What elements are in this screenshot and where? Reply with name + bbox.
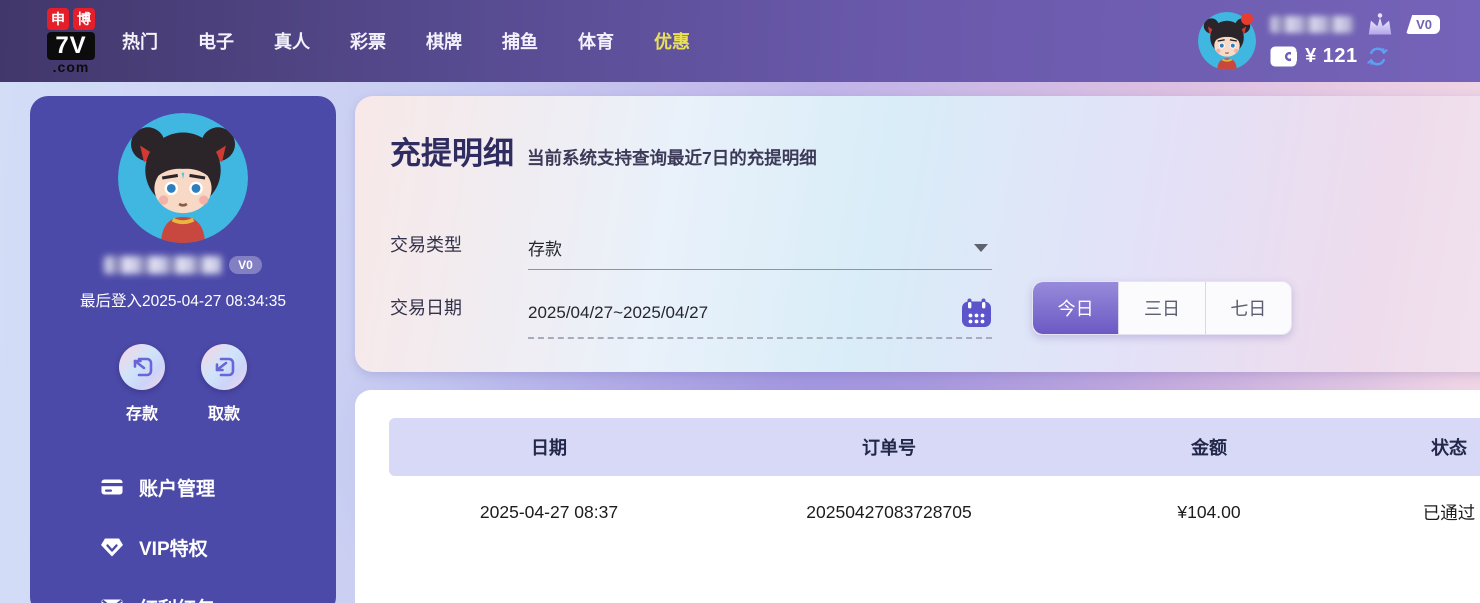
- cell-date: 2025-04-27 08:37: [479, 501, 619, 522]
- calendar-icon[interactable]: [961, 297, 992, 328]
- cell-amount: ¥104.00: [1177, 501, 1241, 522]
- transaction-date-field[interactable]: 2025/04/27~2025/04/27: [528, 288, 992, 339]
- page-title: 充提明细: [390, 136, 514, 171]
- sidebar-item-label: 红利红包: [139, 594, 215, 603]
- notification-dot: [1241, 13, 1254, 25]
- title-row: 充提明细 当前系统支持查询最近7日的充提明细: [390, 128, 817, 173]
- content-area: V0 最后登入2025-04-27 08:34:35 存款 取款 账户管理 VI…: [0, 82, 1480, 603]
- vip-diamond-icon: [100, 535, 124, 559]
- quick-actions: 存款 取款: [30, 344, 336, 424]
- vip-level-badge: V0: [1406, 15, 1440, 34]
- transaction-type-select[interactable]: 存款: [528, 226, 992, 270]
- range-button-7days[interactable]: 七日: [1204, 282, 1291, 334]
- logo-squares: 申 博: [47, 7, 95, 30]
- filter-card: 充提明细 当前系统支持查询最近7日的充提明细 交易类型 存款 交易日期 2025…: [355, 96, 1480, 372]
- sidebar-menu: 账户管理 VIP特权: [30, 457, 336, 603]
- profile-vip-badge: V0: [229, 256, 262, 274]
- logo-text: 7V: [47, 31, 95, 60]
- nav-item-promo[interactable]: 优惠: [654, 28, 690, 54]
- cell-status: 已通过: [1422, 502, 1476, 523]
- sidebar: V0 最后登入2025-04-27 08:34:35 存款 取款 账户管理 VI…: [30, 96, 336, 603]
- page-root: 申 博 7V .com 热门 电子 真人 彩票 棋牌 捕鱼 体育 优惠 V0 ¥…: [0, 0, 1480, 603]
- withdraw-icon: [201, 344, 247, 390]
- header-user-area: V0 ¥ 121: [1198, 12, 1440, 71]
- logo-square-1: 申: [47, 7, 69, 30]
- column-header-amount: 金额: [1191, 438, 1227, 458]
- date-range-button-group: 今日 三日 七日: [1032, 281, 1292, 335]
- nav-item-slots[interactable]: 电子: [198, 28, 234, 54]
- user-info-column: V0 ¥ 121: [1270, 12, 1440, 71]
- nav-item-sports[interactable]: 体育: [578, 28, 614, 54]
- profile-avatar[interactable]: [118, 113, 248, 243]
- profile-username-blurred: [104, 256, 223, 274]
- table-row: 2025-04-27 08:37 20250427083728705 ¥104.…: [389, 476, 1480, 548]
- transaction-type-value: 存款: [528, 240, 562, 259]
- deposit-button[interactable]: 存款: [119, 344, 165, 424]
- cell-order-number: 20250427083728705: [806, 501, 972, 522]
- user-avatar[interactable]: [1198, 12, 1257, 70]
- table-header-row: 日期 订单号 金额 状态: [389, 418, 1480, 476]
- range-button-today[interactable]: 今日: [1033, 282, 1119, 334]
- logo-square-2: 博: [73, 7, 95, 30]
- deposit-label: 存款: [125, 406, 158, 423]
- sidebar-item-label: 账户管理: [139, 478, 216, 500]
- user-name-row: V0: [1270, 12, 1440, 38]
- page-subtitle: 当前系统支持查询最近7日的充提明细: [527, 148, 817, 168]
- dropdown-caret-icon: [974, 243, 988, 252]
- column-header-date: 日期: [531, 438, 567, 458]
- nav-item-hot[interactable]: 热门: [122, 28, 158, 54]
- sidebar-item-redpacket[interactable]: 红利红包: [100, 577, 336, 603]
- nav-item-live[interactable]: 真人: [274, 28, 310, 54]
- refresh-balance-icon[interactable]: [1366, 45, 1389, 68]
- nav-item-fishing[interactable]: 捕鱼: [502, 28, 538, 54]
- site-logo[interactable]: 申 博 7V .com: [32, 7, 110, 75]
- column-header-order: 订单号: [862, 438, 916, 458]
- transaction-date-value: 2025/04/27~2025/04/27: [528, 302, 709, 322]
- sidebar-item-vip[interactable]: VIP特权: [100, 517, 336, 577]
- profile-name-row: V0: [30, 256, 336, 274]
- withdraw-label: 取款: [207, 406, 240, 423]
- balance-amount: ¥ 121: [1305, 45, 1358, 67]
- records-table-card: 日期 订单号 金额 状态 2025-04-27 08:37 2025042708…: [355, 390, 1480, 603]
- transaction-type-label: 交易类型: [390, 235, 462, 255]
- user-balance-row: ¥ 121: [1270, 43, 1440, 71]
- deposit-icon: [119, 344, 165, 390]
- nav-item-cards[interactable]: 棋牌: [426, 28, 462, 54]
- username-blurred: [1270, 16, 1355, 33]
- top-navigation-bar: 申 博 7V .com 热门 电子 真人 彩票 棋牌 捕鱼 体育 优惠 V0 ¥…: [0, 0, 1480, 82]
- bank-card-icon: [100, 475, 124, 499]
- crown-icon: [1362, 12, 1398, 38]
- range-button-3days[interactable]: 三日: [1118, 282, 1204, 334]
- nav-item-lottery[interactable]: 彩票: [350, 28, 386, 54]
- withdraw-button[interactable]: 取款: [201, 344, 247, 424]
- column-header-status: 状态: [1431, 438, 1467, 458]
- last-login-text: 最后登入2025-04-27 08:34:35: [80, 293, 286, 310]
- main-nav: 热门 电子 真人 彩票 棋牌 捕鱼 体育 优惠: [122, 28, 690, 54]
- red-packet-icon: [100, 595, 124, 603]
- wallet-icon: [1270, 46, 1298, 67]
- sidebar-item-account[interactable]: 账户管理: [100, 457, 336, 517]
- logo-tld: .com: [52, 58, 90, 75]
- transaction-date-label: 交易日期: [390, 298, 462, 318]
- sidebar-item-label: VIP特权: [139, 538, 208, 560]
